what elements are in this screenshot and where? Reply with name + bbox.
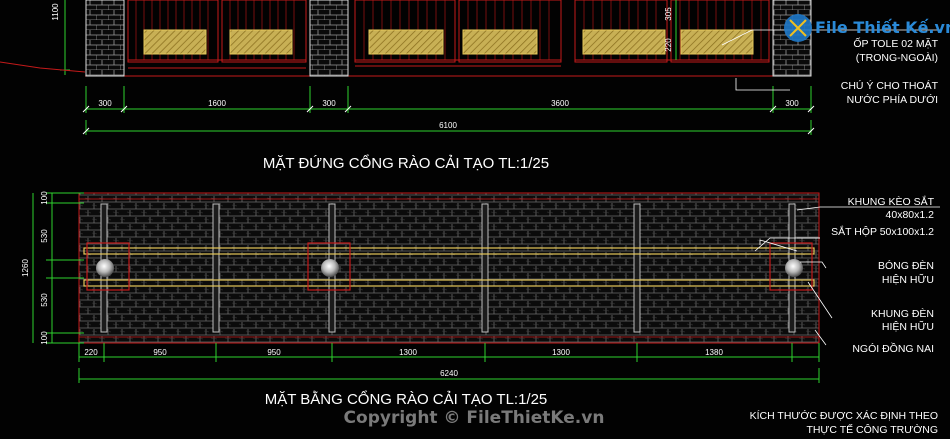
- note-hien-huu-2: HIỆN HỮU: [882, 320, 934, 333]
- pillar-middle: [309, 0, 349, 77]
- note-op-tole: ỐP TOLE 02 MẶT: [853, 36, 938, 50]
- note-sat-hop: SẮT HỘP 50x100x1.2: [831, 225, 934, 238]
- light-bulb-1: [96, 259, 114, 277]
- plan-dim-total: 6240: [440, 369, 458, 378]
- elevation-title: MẶT ĐỨNG CỔNG RÀO CẢI TẠO TL:1/25: [263, 154, 549, 172]
- note-bong-den: BÓNG ĐÈN: [878, 259, 934, 272]
- light-bulb-2: [321, 259, 339, 277]
- tole-plate-2: [229, 29, 293, 55]
- plan-tile-area: [78, 192, 820, 344]
- tole-plate-4: [462, 29, 538, 55]
- elevation-dim-305: 305: [664, 7, 673, 21]
- watermark-brand: File Thiết Kế.vn: [815, 18, 950, 37]
- plan-dim-v2: 530: [40, 229, 49, 243]
- plan-title: MẶT BẰNG CỔNG RÀO CẢI TẠO TL:1/25: [265, 390, 548, 408]
- note-kich-thuoc: KÍCH THƯỚC ĐƯỢC XÁC ĐỊNH THEO: [750, 409, 938, 422]
- note-thuc-te: THỰC TẾ CÔNG TRƯỜNG: [806, 423, 938, 436]
- elevation-dim-total: 6100: [439, 121, 457, 130]
- cad-drawing-canvas[interactable]: 1100 305 220 300 1600 300 3600 300 6100 …: [0, 0, 950, 439]
- plan-left-dims: [32, 192, 84, 344]
- plan-dim-4: 1300: [399, 348, 417, 357]
- note-khung-keo-size: 40x80x1.2: [886, 209, 935, 221]
- plan-dim-v1: 100: [40, 191, 49, 205]
- watermark-copyright: Copyright © FileThietKe.vn: [344, 408, 605, 428]
- note-ngoi: NGÓI ĐỒNG NAI: [852, 342, 934, 355]
- plan-dim-2: 950: [153, 348, 167, 357]
- plan-dim-vtotal: 1260: [21, 259, 30, 277]
- note-khung-den: KHUNG ĐÈN: [871, 307, 934, 320]
- note-trong-ngoai: (TRONG-NGOÀI): [856, 51, 938, 64]
- elevation-dim-2: 1600: [208, 99, 226, 108]
- plan-view: 100 530 530 100 1260 220 950 950 1300 13…: [21, 191, 940, 436]
- pillar-left: [85, 0, 125, 77]
- elevation-dim-1: 300: [98, 99, 112, 108]
- tole-plate-1: [143, 29, 207, 55]
- elevation-dim-4: 3600: [551, 99, 569, 108]
- note-hien-huu-1: HIỆN HỮU: [882, 273, 934, 286]
- elevation-dim-220: 220: [664, 38, 673, 52]
- plan-dim-3: 950: [267, 348, 281, 357]
- tole-plate-6: [680, 29, 754, 55]
- note-nuoc: NƯỚC PHÍA DƯỚI: [847, 93, 938, 106]
- plan-dim-5: 1300: [552, 348, 570, 357]
- tole-plate-5: [582, 29, 666, 55]
- tole-plate-3: [368, 29, 444, 55]
- plan-dim-v4: 100: [40, 331, 49, 345]
- cad-drawing: 1100 305 220 300 1600 300 3600 300 6100 …: [0, 0, 950, 436]
- note-chu-y: CHÚ Ý CHO THOÁT: [841, 79, 939, 92]
- plan-dim-1: 220: [84, 348, 98, 357]
- plan-dim-v3: 530: [40, 293, 49, 307]
- plan-dim-6: 1380: [705, 348, 723, 357]
- elevation-dim-5: 300: [785, 99, 799, 108]
- note-khung-keo: KHUNG KÈO SẮT: [848, 195, 935, 208]
- elevation-dim-left: 1100: [51, 3, 60, 21]
- elevation-dim-3: 300: [322, 99, 336, 108]
